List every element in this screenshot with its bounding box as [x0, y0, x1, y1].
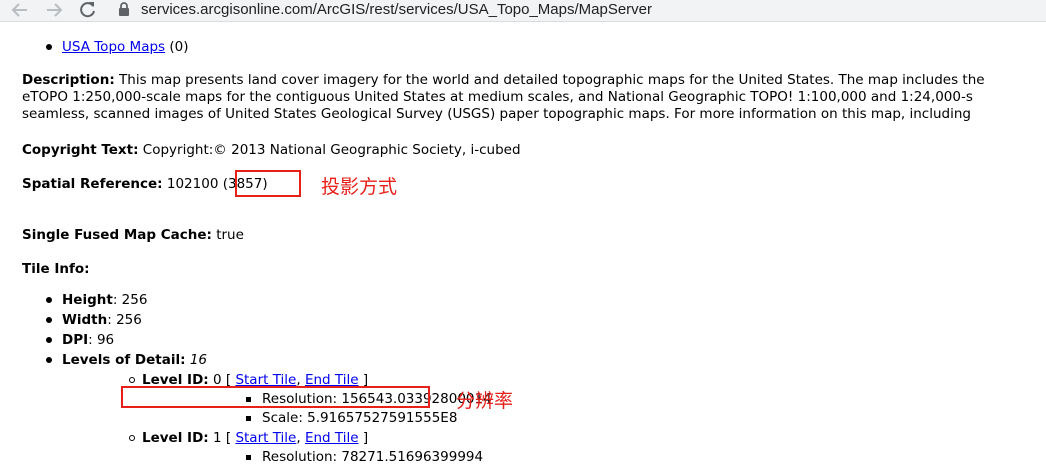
lods-label: Levels of Detail: [62, 352, 186, 368]
lock-icon [119, 2, 129, 16]
single-fused-label: Single Fused Map Cache: [22, 227, 212, 243]
resolution-annotation: 分辨率 [456, 390, 514, 412]
separator: , [296, 430, 301, 446]
tile-dpi-label: DPI [62, 332, 89, 348]
levels-of-detail: Levels of Detail: 16 Level ID: 0 [ Start… [22, 350, 1022, 467]
description-label: Description: [22, 72, 115, 88]
tile-width: Width: 256 [22, 310, 1022, 330]
layer-count: (0) [169, 39, 189, 55]
arrow-left-icon [11, 3, 27, 17]
tile-height-label: Height [62, 292, 113, 308]
browser-toolbar: services.arcgisonline.com/ArcGIS/rest/se… [0, 0, 1046, 22]
description: Description: This map presents land cove… [22, 72, 1046, 123]
tile-info-label: Tile Info: [22, 261, 90, 277]
address-bar[interactable]: services.arcgisonline.com/ArcGIS/rest/se… [108, 0, 1046, 20]
level-id-value: 1 [212, 430, 222, 446]
layer-list: USA Topo Maps (0) [22, 37, 189, 57]
bracket-close: ] [362, 430, 369, 446]
resolution-highlight-box [121, 386, 430, 408]
tile-width-label: Width [62, 312, 108, 328]
bracket-open: [ [225, 430, 232, 446]
spatial-reference-value: 102100 [166, 176, 219, 192]
description-line2: eTOPO 1:250,000-scale maps for the conti… [22, 89, 973, 105]
start-tile-link[interactable]: Start Tile [235, 430, 296, 446]
single-fused-value: true [216, 227, 244, 243]
arrow-right-icon [47, 3, 63, 17]
description-line1: This map presents land cover imagery for… [119, 72, 985, 88]
forward-button[interactable] [44, 1, 64, 19]
tile-dpi-value: : 96 [88, 332, 115, 348]
level-scale: Scale: 5.91657527591555E8 [142, 409, 1022, 428]
copyright-label: Copyright Text: [22, 142, 139, 158]
end-tile-link[interactable]: End Tile [305, 430, 359, 446]
spatial-reference-label: Spatial Reference: [22, 176, 163, 192]
level-item: Level ID: 1 [ Start Tile, End Tile ] Res… [62, 428, 1022, 467]
copyright-text: Copyright Text: Copyright:© 2013 Nationa… [22, 142, 521, 159]
projection-highlight-box [235, 170, 301, 197]
tile-info-list: Height: 256 Width: 256 DPI: 96 Levels of… [22, 290, 1022, 467]
copyright-value: Copyright:© 2013 National Geographic Soc… [142, 142, 521, 158]
layer-link[interactable]: USA Topo Maps [62, 39, 165, 55]
tile-info-heading: Tile Info: [22, 261, 90, 278]
spatial-reference: Spatial Reference: 102100 (3857) [22, 176, 268, 193]
level-resolution: Resolution: 78271.51696399994 [142, 448, 1022, 467]
description-line3: seamless, scanned images of United State… [22, 106, 971, 122]
lods-value: 16 [189, 352, 207, 368]
reload-button[interactable] [78, 1, 98, 19]
level-details: Resolution: 78271.51696399994 [142, 448, 1022, 467]
tile-width-value: : 256 [107, 312, 142, 328]
back-button[interactable] [10, 1, 30, 19]
reload-icon [80, 2, 95, 18]
levels-list: Level ID: 0 [ Start Tile, End Tile ] Res… [62, 370, 1022, 467]
tile-height: Height: 256 [22, 290, 1022, 310]
url-text[interactable]: services.arcgisonline.com/ArcGIS/rest/se… [141, 0, 652, 19]
layer-item: USA Topo Maps (0) [22, 37, 189, 57]
level-id-label: Level ID: [142, 430, 209, 446]
tile-height-value: : 256 [112, 292, 148, 308]
single-fused-cache: Single Fused Map Cache: true [22, 227, 244, 244]
tile-dpi: DPI: 96 [22, 330, 1022, 350]
projection-annotation: 投影方式 [321, 176, 398, 198]
